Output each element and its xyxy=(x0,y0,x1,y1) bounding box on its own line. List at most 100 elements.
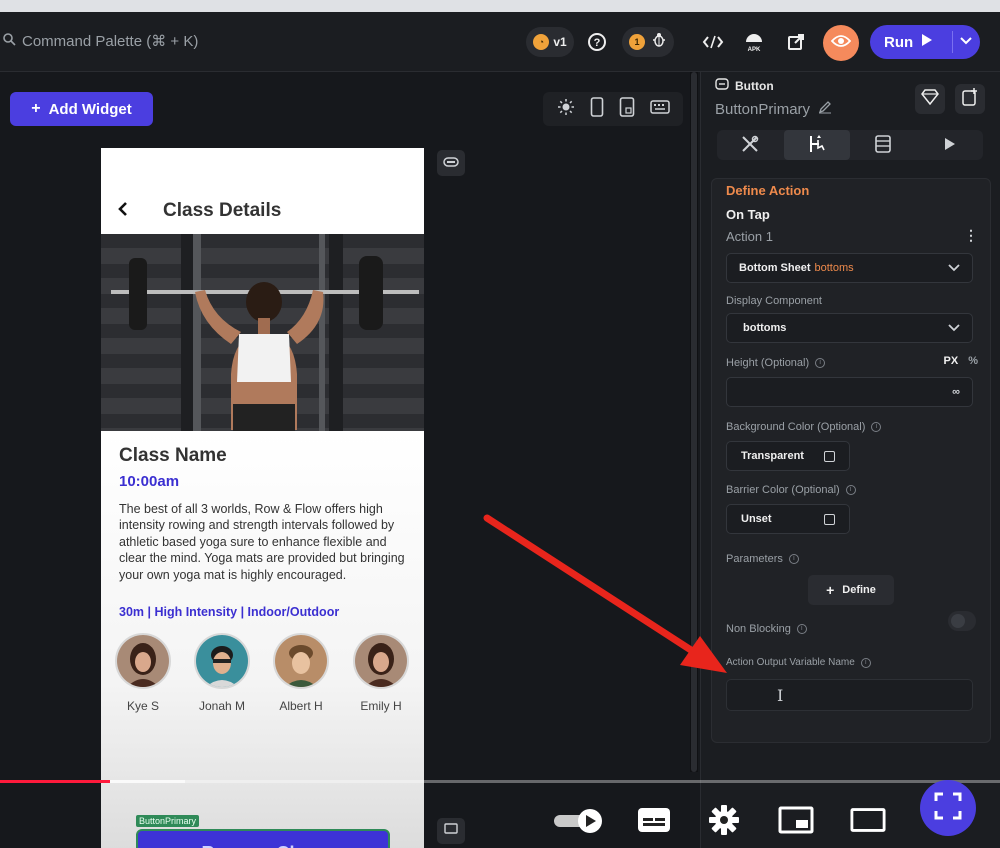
attendee-item[interactable]: Jonah M xyxy=(182,633,262,713)
panel-tabs xyxy=(717,130,983,160)
support-chat-button[interactable] xyxy=(920,780,976,836)
info-icon: i xyxy=(871,422,882,432)
apk-icon[interactable]: APK xyxy=(741,29,767,55)
video-progress-bar[interactable] xyxy=(0,780,110,783)
keyboard-icon[interactable] xyxy=(649,99,670,119)
define-parameters-button[interactable]: + Define xyxy=(808,575,894,605)
design-canvas: + Add Widget Class Details Class Name 10… xyxy=(0,72,690,848)
tab-actions[interactable] xyxy=(783,130,850,160)
diamond-icon-button[interactable] xyxy=(915,84,945,114)
tab-animations[interactable] xyxy=(917,130,984,160)
parameters-label-text: Parameters xyxy=(726,553,783,565)
height-unit-toggle[interactable]: PX % xyxy=(944,355,978,367)
warning-count-icon: 1 xyxy=(629,34,645,50)
add-component-icon xyxy=(962,87,978,111)
command-palette-label: Command Palette (⌘ + K) xyxy=(22,33,199,50)
widget-toggle-chip[interactable] xyxy=(437,150,465,176)
bottom-widget-chip[interactable] xyxy=(437,818,465,844)
attendee-name: Kye S xyxy=(126,699,159,713)
output-variable-label-text: Action Output Variable Name xyxy=(726,657,855,668)
widget-name-row[interactable]: ButtonPrimary xyxy=(715,100,832,118)
more-options-icon[interactable]: ⋮ xyxy=(964,227,978,244)
app-window: Command Palette (⌘ + K) ◔ v1 ? 1 APK Run… xyxy=(0,0,1000,848)
barrier-color-label: Barrier Color (Optional) i xyxy=(726,484,856,496)
unit-percent[interactable]: % xyxy=(968,355,978,367)
display-component-dropdown[interactable]: bottoms xyxy=(726,313,973,343)
version-label: v1 xyxy=(553,35,567,49)
unit-px[interactable]: PX xyxy=(944,355,959,367)
infinity-value: ∞ xyxy=(952,386,960,398)
autoplay-toggle[interactable] xyxy=(554,808,604,834)
attendee-item[interactable]: Emily H xyxy=(341,633,421,713)
top-toolbar: Command Palette (⌘ + K) ◔ v1 ? 1 APK Run xyxy=(0,12,1000,72)
preview-button[interactable] xyxy=(823,25,859,61)
action-index-label: Action 1 xyxy=(726,229,773,244)
run-button[interactable]: Run xyxy=(870,25,980,59)
help-icon[interactable]: ? xyxy=(584,29,610,55)
device-toolbar xyxy=(543,92,683,126)
action-flow-icon xyxy=(807,134,827,157)
action-type-suffix: bottoms xyxy=(814,262,854,274)
non-blocking-toggle[interactable] xyxy=(948,611,976,631)
height-input[interactable]: ∞ xyxy=(726,377,973,407)
height-label-text: Height (Optional) xyxy=(726,357,810,369)
output-variable-input[interactable]: I xyxy=(726,679,973,711)
back-arrow-icon[interactable] xyxy=(117,200,129,224)
database-icon xyxy=(874,134,892,157)
bg-color-label: Background Color (Optional) i xyxy=(726,421,882,433)
display-component-value: bottoms xyxy=(743,322,787,334)
color-swatch xyxy=(824,450,835,462)
define-action-title: Define Action xyxy=(726,183,810,198)
command-palette[interactable]: Command Palette (⌘ + K) xyxy=(2,32,198,50)
define-label: Define xyxy=(842,584,876,596)
parameters-label: Parameters i xyxy=(726,553,799,565)
barrier-color-picker[interactable]: Unset xyxy=(726,504,850,534)
add-component-button[interactable] xyxy=(955,84,985,114)
subtitles-icon[interactable] xyxy=(636,802,672,838)
search-icon xyxy=(2,32,16,50)
video-buffer-bar xyxy=(110,780,185,783)
text-cursor-icon: I xyxy=(777,686,784,705)
miniplayer-icon[interactable] xyxy=(778,802,814,838)
bg-color-value: Transparent xyxy=(741,450,804,462)
action-editor-card: Define Action On Tap Action 1 ⋮ Bottom S… xyxy=(711,178,991,743)
display-icon xyxy=(444,822,458,840)
add-widget-button[interactable]: + Add Widget xyxy=(10,92,153,126)
code-icon[interactable] xyxy=(700,29,726,55)
scrollbar-thumb[interactable] xyxy=(691,72,697,772)
version-icon: ◔ xyxy=(533,34,550,50)
play-icon xyxy=(921,33,933,51)
attendee-item[interactable]: Albert H xyxy=(261,633,341,713)
run-dropdown-chevron-icon[interactable] xyxy=(960,33,972,50)
fullscreen-icon xyxy=(932,790,964,827)
properties-panel: Button ButtonPrimary Define Action On Ta… xyxy=(700,72,1000,848)
rename-class-button[interactable]: Rename Class xyxy=(136,829,390,848)
canvas-scrollbar[interactable] xyxy=(690,72,698,772)
attendee-name: Emily H xyxy=(360,699,402,713)
action-type-dropdown[interactable]: Bottom Sheet bottoms xyxy=(726,253,973,283)
theater-mode-icon[interactable] xyxy=(850,802,886,838)
button-widget-icon xyxy=(715,78,729,93)
tab-backend[interactable] xyxy=(850,130,917,160)
barrier-color-label-text: Barrier Color (Optional) xyxy=(726,484,840,496)
svg-text:?: ? xyxy=(594,37,601,49)
brightness-icon[interactable] xyxy=(557,98,575,121)
barrier-color-value: Unset xyxy=(741,513,772,525)
edit-pencil-icon[interactable] xyxy=(818,100,832,118)
debug-badge[interactable]: 1 xyxy=(622,27,674,57)
open-external-icon[interactable] xyxy=(783,29,809,55)
run-label: Run xyxy=(884,33,914,51)
widget-name-tag: ButtonPrimary xyxy=(136,815,200,827)
tablet-device-icon[interactable] xyxy=(619,96,635,122)
phone-device-icon[interactable] xyxy=(590,96,604,122)
tab-properties[interactable] xyxy=(717,130,784,160)
browser-chrome-strip xyxy=(0,0,1000,12)
version-badge[interactable]: ◔ v1 xyxy=(526,27,574,57)
display-component-label: Display Component xyxy=(726,295,822,307)
non-blocking-label: Non Blocking i xyxy=(726,623,807,635)
color-swatch xyxy=(824,513,835,525)
bg-color-picker[interactable]: Transparent xyxy=(726,441,850,471)
settings-gear-icon[interactable] xyxy=(706,802,742,838)
attendee-item[interactable]: Kye S xyxy=(103,633,183,713)
add-widget-label: Add Widget xyxy=(48,100,132,118)
